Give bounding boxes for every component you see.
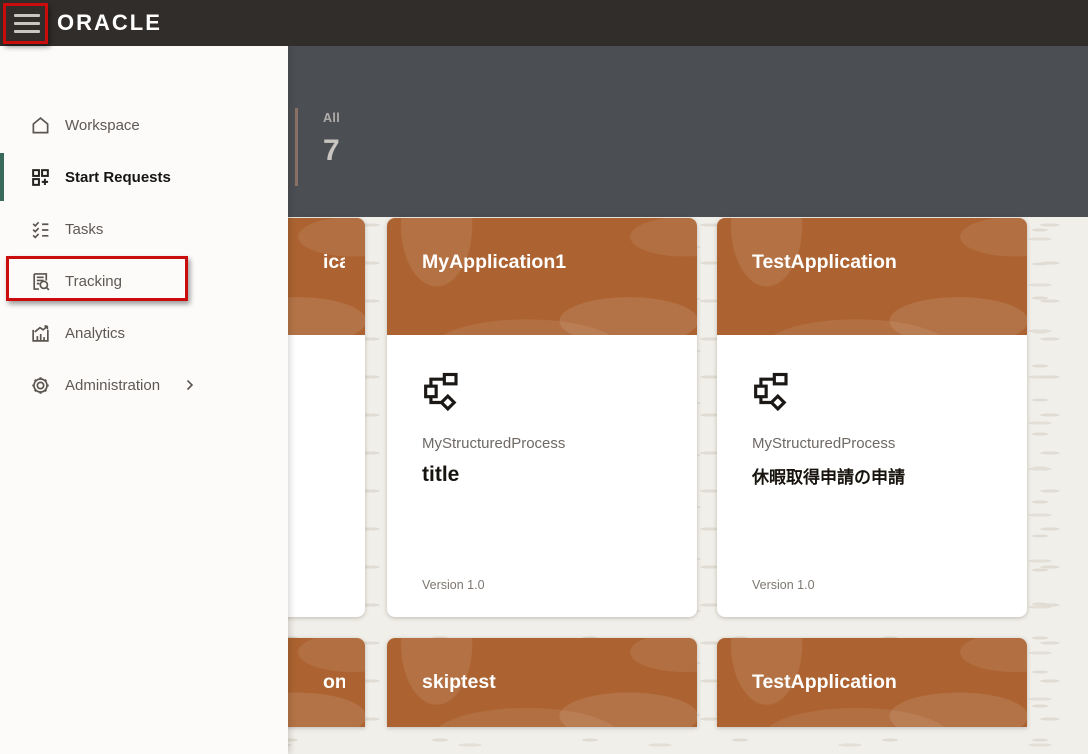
- sidebar-item-start-requests[interactable]: Start Requests: [0, 151, 288, 203]
- sidebar-item-label: Start Requests: [65, 169, 171, 186]
- app-card-title: TestApplication: [752, 251, 1007, 274]
- chevron-right-icon: [186, 379, 194, 391]
- sidebar-item-label: Administration: [65, 377, 160, 394]
- sidebar-item-workspace[interactable]: Workspace: [0, 99, 288, 151]
- hamburger-icon: [14, 14, 40, 17]
- version-label: Version 1.0: [422, 578, 485, 592]
- app-card-body: MyStructuredProcess title Version 1.0: [387, 335, 697, 617]
- app-card-body: MyStructuredProcess 休暇取得申請の申請 Version 1.…: [717, 335, 1027, 617]
- app-card-header: MyApplication1: [387, 218, 697, 335]
- app-card-header: TestApplication: [717, 638, 1027, 727]
- process-title[interactable]: title: [422, 463, 667, 487]
- app-window: All 7 icat MyApplication1 MyStructuredPr…: [0, 0, 1088, 754]
- stat-all[interactable]: All 7: [295, 108, 340, 186]
- sidebar-item-label: Analytics: [65, 325, 125, 342]
- app-card-title: MyApplication1: [422, 251, 677, 274]
- app-card[interactable]: TestApplication: [717, 638, 1027, 727]
- hamburger-menu-button[interactable]: [14, 14, 42, 33]
- sidebar-item-label: Tasks: [65, 221, 103, 238]
- app-card-title: TestApplication: [752, 671, 1007, 694]
- sidebar-item-label: Workspace: [65, 117, 140, 134]
- app-card-header: TestApplication: [717, 218, 1027, 335]
- sidebar-item-administration[interactable]: Administration: [0, 359, 288, 411]
- top-bar: ORACLE: [0, 0, 1088, 46]
- app-card[interactable]: TestApplication MyStructuredProcess 休暇取得…: [717, 218, 1027, 617]
- document-search-icon: [30, 271, 51, 292]
- app-card[interactable]: skiptest: [387, 638, 697, 727]
- app-card-header: skiptest: [387, 638, 697, 727]
- process-title[interactable]: 休暇取得申請の申請: [752, 463, 997, 488]
- sidebar-item-tracking[interactable]: Tracking: [0, 255, 288, 307]
- sidebar: Workspace Start Requests: [0, 46, 288, 754]
- structured-process-icon: [752, 371, 792, 413]
- app-card-title: skiptest: [422, 671, 677, 694]
- stat-all-count: 7: [323, 134, 340, 168]
- gear-icon: [30, 375, 51, 396]
- oracle-logo: ORACLE: [57, 10, 162, 36]
- stat-all-label: All: [323, 111, 340, 125]
- grid-plus-icon: [30, 167, 51, 188]
- process-name: MyStructuredProcess: [422, 435, 667, 452]
- home-icon: [30, 115, 51, 136]
- structured-process-icon: [422, 371, 462, 413]
- sidebar-item-label: Tracking: [65, 273, 122, 290]
- chart-icon: [30, 323, 51, 344]
- app-card[interactable]: MyApplication1 MyStructuredProcess title…: [387, 218, 697, 617]
- version-label: Version 1.0: [752, 578, 815, 592]
- process-name: MyStructuredProcess: [752, 435, 997, 452]
- sidebar-item-analytics[interactable]: Analytics: [0, 307, 288, 359]
- sidebar-item-tasks[interactable]: Tasks: [0, 203, 288, 255]
- checklist-icon: [30, 219, 51, 240]
